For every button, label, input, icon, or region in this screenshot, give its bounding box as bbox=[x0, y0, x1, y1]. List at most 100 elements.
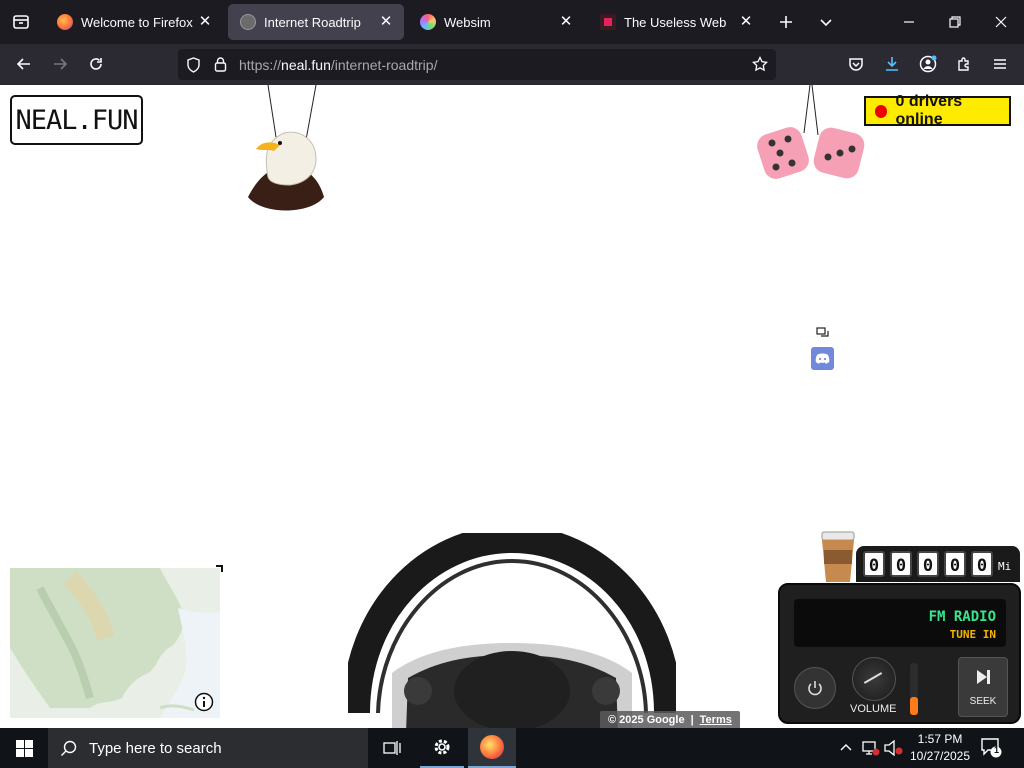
show-hidden-icons-chevron-icon[interactable] bbox=[840, 742, 852, 752]
odometer-digit: 0 bbox=[890, 551, 912, 577]
chevron-down-icon bbox=[820, 19, 832, 27]
clock-date: 10/27/2025 bbox=[909, 749, 971, 763]
url-path: /internet-roadtrip/ bbox=[330, 57, 438, 73]
expand-map-corner-icon[interactable] bbox=[214, 564, 224, 574]
close-tab-icon[interactable]: ✕ bbox=[378, 14, 394, 30]
task-view-icon bbox=[383, 741, 401, 755]
menu-button[interactable] bbox=[984, 48, 1016, 80]
map-attribution: © 2025 Google | Terms bbox=[600, 711, 740, 728]
volume-muted-icon[interactable] bbox=[884, 740, 904, 756]
eagle-ornament-icon bbox=[248, 85, 324, 211]
close-tab-icon[interactable]: ✕ bbox=[197, 14, 213, 30]
clock-time: 1:57 PM bbox=[917, 732, 963, 746]
volume-slider[interactable] bbox=[910, 663, 918, 715]
coffee-cup-icon[interactable] bbox=[816, 530, 860, 584]
minimize-icon bbox=[904, 21, 914, 23]
tab-welcome-to-firefox[interactable]: Welcome to Firefox ✕ bbox=[45, 4, 223, 40]
tracking-protection-shield-icon[interactable] bbox=[186, 57, 201, 73]
info-icon[interactable] bbox=[194, 692, 214, 712]
search-placeholder: Type here to search bbox=[89, 739, 222, 757]
downloads-button[interactable] bbox=[876, 48, 908, 80]
url-host: neal.fun bbox=[281, 57, 331, 73]
network-icon[interactable] bbox=[862, 740, 880, 756]
puzzle-piece-icon bbox=[958, 57, 969, 71]
forward-button[interactable] bbox=[44, 48, 76, 80]
steering-wheel-favicon-icon bbox=[240, 14, 256, 30]
websim-favicon-icon bbox=[420, 14, 436, 30]
restore-icon bbox=[949, 16, 961, 28]
radio-power-button[interactable] bbox=[794, 667, 836, 709]
tab-internet-roadtrip[interactable]: Internet Roadtrip ✕ bbox=[228, 4, 404, 40]
useless-web-favicon-icon bbox=[600, 14, 616, 30]
terms-link[interactable]: Terms bbox=[700, 714, 732, 726]
tab-the-useless-web[interactable]: The Useless Web ✕ bbox=[588, 4, 764, 40]
restore-button[interactable] bbox=[939, 6, 971, 38]
volume-knob[interactable] bbox=[852, 657, 896, 701]
tab-title: Websim bbox=[444, 14, 491, 30]
minimize-button[interactable] bbox=[893, 6, 925, 38]
account-icon bbox=[919, 55, 937, 73]
task-view-button[interactable] bbox=[372, 728, 412, 768]
tab-websim[interactable]: Websim ✕ bbox=[408, 4, 584, 40]
account-button[interactable] bbox=[912, 48, 944, 80]
drivers-online-badge: 0 drivers online bbox=[864, 93, 1011, 128]
firefox-view-icon bbox=[13, 15, 29, 29]
close-tab-icon[interactable]: ✕ bbox=[558, 14, 574, 30]
chat-bubbles-icon[interactable] bbox=[816, 327, 830, 340]
close-window-button[interactable] bbox=[985, 6, 1017, 38]
pocket-icon bbox=[849, 58, 863, 71]
reload-button[interactable] bbox=[80, 48, 112, 80]
search-icon bbox=[61, 740, 77, 756]
fuzzy-dice-icon bbox=[757, 85, 865, 179]
neal-fun-logo[interactable]: NEAL.FUN bbox=[10, 95, 143, 145]
taskbar-settings-app[interactable] bbox=[420, 728, 464, 768]
windows-logo-icon bbox=[15, 739, 33, 757]
taskbar-firefox-app[interactable] bbox=[468, 728, 516, 768]
seek-label: SEEK bbox=[969, 696, 997, 707]
discord-button[interactable] bbox=[811, 347, 834, 370]
copyright-text: © 2025 Google bbox=[608, 713, 685, 726]
tab-title: The Useless Web bbox=[624, 14, 727, 30]
bookmark-star-icon[interactable] bbox=[752, 56, 768, 72]
knob-indicator bbox=[863, 672, 883, 684]
odometer-digit: 0 bbox=[971, 551, 993, 577]
url-scheme: https:// bbox=[239, 57, 282, 73]
back-button[interactable] bbox=[8, 48, 40, 80]
start-button[interactable] bbox=[0, 728, 48, 768]
discord-icon bbox=[815, 353, 830, 364]
list-all-tabs-button[interactable] bbox=[810, 6, 842, 38]
volume-slider-fill bbox=[910, 696, 918, 715]
download-icon bbox=[886, 57, 898, 71]
clock[interactable]: 1:57 PM 10/27/2025 bbox=[908, 731, 972, 765]
url-text[interactable]: https://neal.fun/internet-roadtrip/ bbox=[239, 57, 437, 73]
odometer-digit: 0 bbox=[863, 551, 885, 577]
address-bar[interactable]: https://neal.fun/internet-roadtrip/ bbox=[178, 49, 776, 80]
windows-taskbar: Type here to search 1:57 PM 10/27/2025 1 bbox=[0, 728, 1024, 768]
odometer-unit: Mi bbox=[998, 560, 1012, 573]
hamburger-menu-icon bbox=[994, 59, 1006, 69]
gear-icon bbox=[434, 739, 450, 755]
pocket-button[interactable] bbox=[840, 48, 872, 80]
north-america-map bbox=[10, 568, 220, 718]
seek-button[interactable]: SEEK bbox=[958, 657, 1008, 717]
new-tab-button[interactable] bbox=[770, 6, 802, 38]
action-center-button[interactable]: 1 bbox=[980, 736, 1004, 760]
odometer: 0 0 0 0 0 Mi bbox=[856, 546, 1020, 582]
drivers-online-text: 0 drivers online bbox=[895, 93, 963, 128]
extensions-button[interactable] bbox=[948, 48, 980, 80]
reload-icon bbox=[90, 58, 102, 70]
power-icon bbox=[808, 681, 822, 696]
lock-icon[interactable] bbox=[214, 56, 227, 72]
attribution-separator: | bbox=[690, 713, 694, 726]
firefox-favicon-icon bbox=[57, 14, 73, 30]
route-minimap[interactable] bbox=[10, 568, 220, 718]
firefox-view-button[interactable] bbox=[0, 0, 42, 44]
volume-label: VOLUME bbox=[850, 703, 897, 715]
radio-status-label: TUNE IN bbox=[949, 628, 996, 641]
taskbar-search[interactable]: Type here to search bbox=[48, 728, 368, 768]
steering-wheel-icon[interactable] bbox=[348, 533, 676, 728]
odometer-digit: 0 bbox=[944, 551, 966, 577]
close-tab-icon[interactable]: ✕ bbox=[738, 14, 754, 30]
arrow-left-icon bbox=[16, 58, 30, 70]
close-icon bbox=[995, 16, 1007, 28]
